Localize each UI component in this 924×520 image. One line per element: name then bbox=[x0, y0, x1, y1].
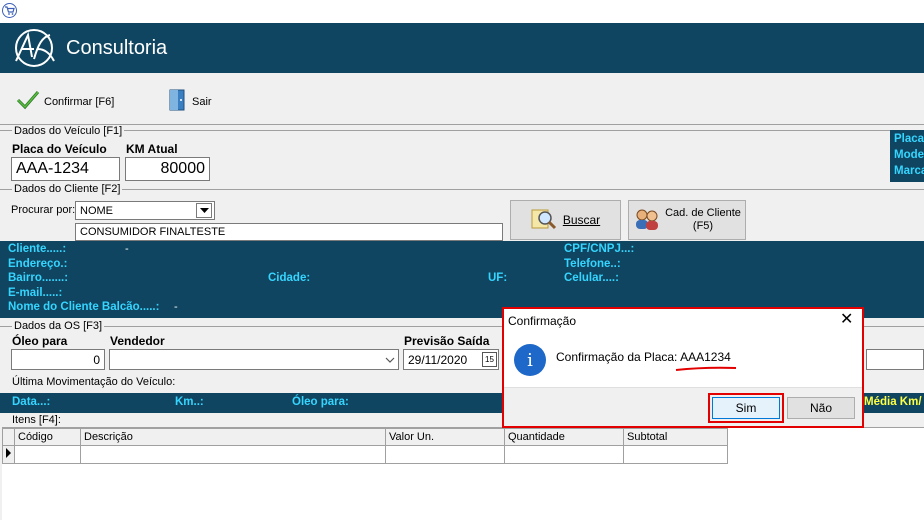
oil-for-label: Óleo para bbox=[12, 334, 68, 348]
phone-label: Telefone..: bbox=[564, 258, 621, 270]
row-selector-header bbox=[2, 428, 15, 446]
client-group-label: Dados do Cliente [F2] bbox=[12, 183, 123, 195]
users-icon bbox=[633, 207, 661, 234]
email-label: E-mail.....: bbox=[8, 287, 63, 299]
client-value: - bbox=[125, 243, 129, 255]
calendar-icon[interactable]: 15 bbox=[482, 352, 497, 367]
seller-label: Vendedor bbox=[110, 334, 165, 348]
toolbar bbox=[0, 73, 924, 125]
confirmation-dialog: Confirmação ✕ i Confirmação da Placa: AA… bbox=[502, 307, 864, 428]
vehicle-brand-side-label: Marca bbox=[894, 165, 924, 177]
table-row[interactable] bbox=[2, 445, 728, 464]
vehicle-plate-side-label: Placa bbox=[894, 133, 924, 145]
items-group-label: Itens [F4]: bbox=[12, 414, 61, 426]
km-label: KM Atual bbox=[126, 142, 178, 156]
app-title: Consultoria bbox=[66, 37, 168, 59]
plate-input[interactable]: AAA-1234 bbox=[11, 157, 120, 181]
client-group-line bbox=[0, 189, 924, 190]
plate-underline-mark bbox=[675, 366, 737, 371]
window-top-strip bbox=[0, 0, 924, 23]
counter-client-label: Nome do Cliente Balcão.....: bbox=[8, 301, 160, 313]
search-icon bbox=[531, 207, 557, 234]
client-name-input[interactable]: CONSUMIDOR FINALTESTE bbox=[75, 223, 503, 241]
city-label: Cidade: bbox=[268, 272, 311, 284]
search-by-label: Procurar por: bbox=[11, 204, 76, 216]
search-by-select[interactable]: NOME bbox=[75, 201, 215, 220]
register-client-line2: (F5) bbox=[692, 220, 714, 232]
col-subtotal[interactable]: Subtotal bbox=[623, 428, 728, 446]
seller-select[interactable] bbox=[109, 349, 399, 370]
close-icon[interactable]: ✕ bbox=[840, 312, 853, 328]
dialog-plate-value: AAA1234 bbox=[680, 350, 731, 364]
items-grid[interactable]: Código Descrição Valor Un. Quantidade Su… bbox=[2, 428, 728, 464]
last-movement-label: Última Movimentação do Veículo: bbox=[12, 376, 176, 388]
checkmark-icon bbox=[16, 90, 40, 113]
confirm-label: Confirmar [F6] bbox=[44, 95, 115, 108]
counter-client-value: - bbox=[174, 301, 178, 313]
register-client-button[interactable]: Cad. de Cliente (F5) bbox=[628, 200, 746, 240]
due-date-label: Previsão Saída bbox=[404, 334, 490, 348]
register-client-label: Cad. de Cliente (F5) bbox=[665, 207, 741, 233]
district-label: Bairro.......: bbox=[8, 272, 69, 284]
col-quantity[interactable]: Quantidade bbox=[504, 428, 624, 446]
last-date-label: Data...: bbox=[12, 396, 51, 408]
plate-label: Placa do Veículo bbox=[12, 142, 107, 156]
items-header-row: Código Descrição Valor Un. Quantidade Su… bbox=[2, 428, 728, 446]
cell-quantity[interactable] bbox=[504, 445, 624, 464]
seller-chevron-down-icon[interactable] bbox=[383, 352, 397, 367]
vehicle-group-label: Dados do Veículo [F1] bbox=[12, 125, 125, 137]
search-button[interactable]: Buscar bbox=[510, 200, 621, 240]
km-input[interactable]: 80000 bbox=[125, 157, 210, 181]
cell-unit-price[interactable] bbox=[385, 445, 505, 464]
oil-for-input[interactable]: 0 bbox=[11, 349, 105, 370]
search-button-label: Buscar bbox=[562, 213, 601, 227]
cell-code[interactable] bbox=[14, 445, 81, 464]
cpf-cnpj-label: CPF/CNPJ...: bbox=[564, 243, 635, 255]
os-group-label: Dados da OS [F3] bbox=[12, 320, 105, 332]
avg-km-label: Média Km/ bbox=[864, 396, 922, 408]
cell-description[interactable] bbox=[80, 445, 386, 464]
client-label: Cliente.....: bbox=[8, 243, 67, 255]
door-exit-icon bbox=[168, 88, 188, 115]
yes-button[interactable]: Sim bbox=[712, 397, 780, 419]
exit-button[interactable]: Sair bbox=[168, 88, 212, 115]
due-date-value: 29/11/2020 bbox=[408, 352, 468, 367]
dialog-message-prefix: Confirmação da Placa: bbox=[556, 350, 681, 364]
info-icon: i bbox=[514, 344, 546, 376]
chevron-down-icon[interactable] bbox=[196, 203, 212, 218]
confirm-button[interactable]: Confirmar [F6] bbox=[16, 90, 114, 113]
last-km-label: Km..: bbox=[175, 396, 204, 408]
col-description[interactable]: Descrição bbox=[80, 428, 386, 446]
search-by-value: NOME bbox=[80, 204, 113, 217]
col-unit-price[interactable]: Valor Un. bbox=[385, 428, 505, 446]
dialog-title: Confirmação bbox=[508, 314, 577, 328]
exit-label: Sair bbox=[192, 95, 212, 108]
os-extra-field[interactable] bbox=[866, 349, 924, 370]
vehicle-model-side-label: Mode bbox=[894, 149, 924, 161]
mobile-label: Celular....: bbox=[564, 272, 619, 284]
last-oil-label: Óleo para: bbox=[292, 396, 349, 408]
cell-subtotal[interactable] bbox=[623, 445, 728, 464]
row-pointer-icon bbox=[2, 445, 15, 464]
app-icon bbox=[2, 3, 17, 18]
address-label: Endereço.: bbox=[8, 258, 68, 270]
register-client-line1: Cad. de Cliente bbox=[665, 207, 741, 219]
no-button[interactable]: Não bbox=[787, 397, 855, 419]
dialog-message: Confirmação da Placa: AAA1234 bbox=[556, 350, 731, 364]
logo-icon bbox=[10, 27, 60, 69]
col-code[interactable]: Código bbox=[14, 428, 81, 446]
state-label: UF: bbox=[488, 272, 508, 284]
vehicle-group-line bbox=[0, 130, 890, 131]
